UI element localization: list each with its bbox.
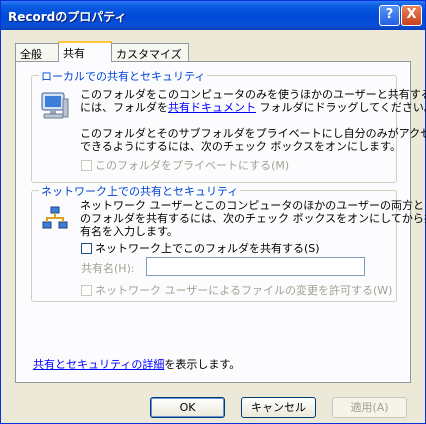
network-sharing-group: ネットワーク上での共有とセキュリティ ネットワーク ユーザーとこのコンピュータの… [31,183,426,302]
share-name-field[interactable] [146,257,365,276]
help-button[interactable]: ? [379,5,400,26]
allow-changes-label: ネットワーク ユーザーによるファイルの変更を許可する(W) [95,284,393,297]
local-sharing-group: ローカルでの共有とセキュリティ このフォルダをこのコンピュータのみを使うほかのユ… [31,68,426,183]
network-sharing-legend: ネットワーク上での共有とセキュリティ [39,183,241,199]
ok-button[interactable]: OK [150,397,225,418]
share-on-network-checkbox[interactable] [81,243,92,254]
share-name-label: 共有名(H): [81,262,135,275]
network-icon [42,206,68,229]
tab-customize-label: カスタマイズ [116,48,182,61]
cancel-button[interactable]: キャンセル [241,397,316,418]
computer-icon [41,92,69,119]
close-button[interactable]: X [401,5,422,26]
window-title: Recordのプロパティ [8,10,127,24]
allow-changes-checkbox[interactable] [81,285,92,296]
private-line-1: このフォルダとそのサブフォルダをプライベートにし自分のみがアクセス [80,127,426,140]
local-line-2-pre: には、フォルダを [80,101,168,114]
private-line-2: できるようにするには、次のチェック ボックスをオンにします。 [80,140,401,153]
private-checkbox[interactable] [81,160,92,171]
details-suffix: を表示します。 [164,358,241,371]
network-line-1: ネットワーク ユーザーとこのコンピュータのほかのユーザーの両方とこ [80,199,426,212]
network-line-3: 有名を入力します。 [80,225,178,238]
network-line-2: のフォルダを共有するには、次のチェック ボックスをオンにしてから共 [80,212,426,225]
local-sharing-legend: ローカルでの共有とセキュリティ [39,68,208,84]
tab-general[interactable]: 全般 [15,43,59,61]
apply-button[interactable]: 適用(A) [332,397,407,418]
network-description: ネットワーク ユーザーとこのコンピュータのほかのユーザーの両方とこ のフォルダを… [80,199,426,238]
tab-customize[interactable]: カスタマイズ [111,43,189,61]
close-icon: X [406,7,417,22]
sharing-panel: ローカルでの共有とセキュリティ このフォルダをこのコンピュータのみを使うほかのユ… [15,61,426,383]
local-line-2: には、フォルダを共有ドキュメント フォルダにドラッグしてください。 [80,101,426,114]
share-on-network-label: ネットワーク上でこのフォルダを共有する(S) [95,242,320,255]
properties-dialog: Recordのプロパティ ? X 全般 共有 カスタマイズ ローカルでの共有とセ… [0,0,426,424]
title-bar[interactable]: Recordのプロパティ ? X [1,1,425,30]
local-description: このフォルダをこのコンピュータのみを使うほかのユーザーと共有する には、フォルダ… [80,88,426,114]
private-checkbox-label: このフォルダをプライベートにする(M) [95,159,290,172]
sharing-details-link[interactable]: 共有とセキュリティの詳細 [33,358,164,371]
local-line-1: このフォルダをこのコンピュータのみを使うほかのユーザーと共有する [80,88,426,101]
tab-sharing[interactable]: 共有 [58,41,112,62]
tab-sharing-label: 共有 [63,47,85,60]
help-icon: ? [385,7,394,22]
tab-general-label: 全般 [20,48,42,61]
shared-documents-link[interactable]: 共有ドキュメント [168,101,256,114]
details-text: 共有とセキュリティの詳細を表示します。 [33,358,240,371]
local-line-2-post: フォルダにドラッグしてください。 [256,101,426,114]
private-description: このフォルダとそのサブフォルダをプライベートにし自分のみがアクセス できるように… [80,127,426,153]
